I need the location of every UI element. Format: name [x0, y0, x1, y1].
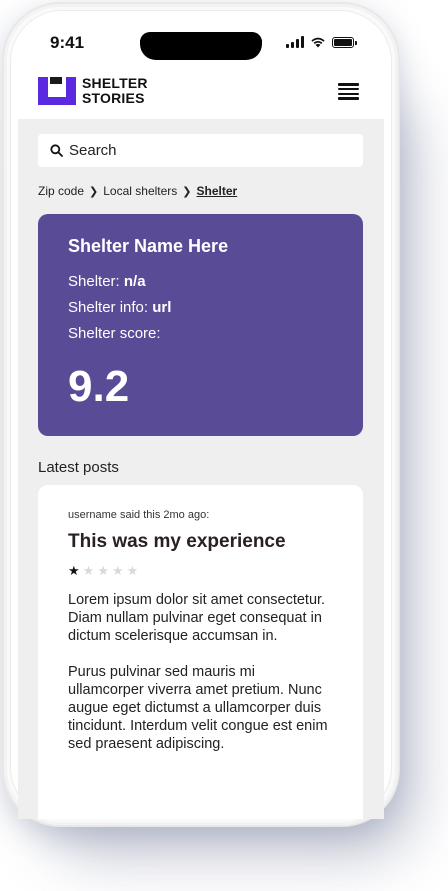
- breadcrumb: Zip code ❯ Local shelters ❯ Shelter: [38, 184, 237, 198]
- main-content[interactable]: Zip code ❯ Local shelters ❯ Shelter Shel…: [18, 119, 384, 819]
- logo-mark-icon: [38, 77, 76, 105]
- shelter-info-row: Shelter info: url: [68, 299, 333, 316]
- search-bar[interactable]: [38, 134, 363, 167]
- shelter-name: Shelter Name Here: [68, 236, 229, 256]
- chevron-right-icon: ❯: [89, 185, 99, 198]
- post-body: Lorem ipsum dolor sit amet consectetur. …: [68, 591, 333, 753]
- battery-icon: [332, 36, 357, 48]
- post-paragraph: Lorem ipsum dolor sit amet consectetur. …: [68, 592, 326, 644]
- breadcrumb-shelter[interactable]: Shelter: [197, 184, 238, 198]
- notch: [140, 32, 262, 60]
- shelter-value: n/a: [123, 273, 146, 290]
- shelter-label: Shelter:: [68, 273, 124, 290]
- star-empty-icon: ★: [126, 563, 139, 578]
- shelter-score-value: 9.2: [68, 362, 130, 411]
- search-input[interactable]: [69, 142, 349, 159]
- star-empty-icon: ★: [111, 563, 124, 578]
- shelter-row: Shelter: n/a: [68, 273, 333, 290]
- post-title: This was my experience: [68, 531, 286, 552]
- status-time: 9:41: [50, 33, 85, 52]
- star-empty-icon: ★: [97, 563, 109, 578]
- star-empty-icon: ★: [82, 563, 95, 578]
- star-filled-icon: ★: [68, 563, 80, 578]
- hamburger-menu-icon[interactable]: [338, 83, 359, 100]
- star-rating: ★ ★ ★ ★ ★: [68, 563, 333, 579]
- signal-icon: [286, 36, 304, 48]
- brand-logo[interactable]: SHELTER STORIES: [38, 76, 148, 106]
- latest-posts-heading: Latest posts: [38, 459, 119, 476]
- breadcrumb-zip-code[interactable]: Zip code: [38, 184, 84, 198]
- chevron-right-icon: ❯: [182, 185, 192, 198]
- status-icons: [286, 36, 357, 48]
- shelter-card: Shelter Name Here Shelter: n/a Shelter i…: [38, 214, 363, 436]
- shelter-score-label: Shelter score:: [68, 325, 161, 342]
- breadcrumb-local-shelters[interactable]: Local shelters: [103, 184, 177, 198]
- brand-line-1: SHELTER: [82, 75, 148, 91]
- post-card[interactable]: username said this 2mo ago: This was my …: [38, 485, 363, 819]
- shelter-info-link[interactable]: url: [152, 299, 171, 316]
- search-icon: [50, 144, 63, 157]
- brand-line-2: STORIES: [82, 90, 145, 106]
- post-paragraph: Purus pulvinar sed mauris mi ullamcorper…: [68, 664, 328, 752]
- shelter-info-label: Shelter info:: [68, 299, 153, 316]
- wifi-icon: [311, 37, 325, 48]
- post-meta: username said this 2mo ago:: [68, 509, 210, 521]
- brand-name: SHELTER STORIES: [82, 76, 148, 106]
